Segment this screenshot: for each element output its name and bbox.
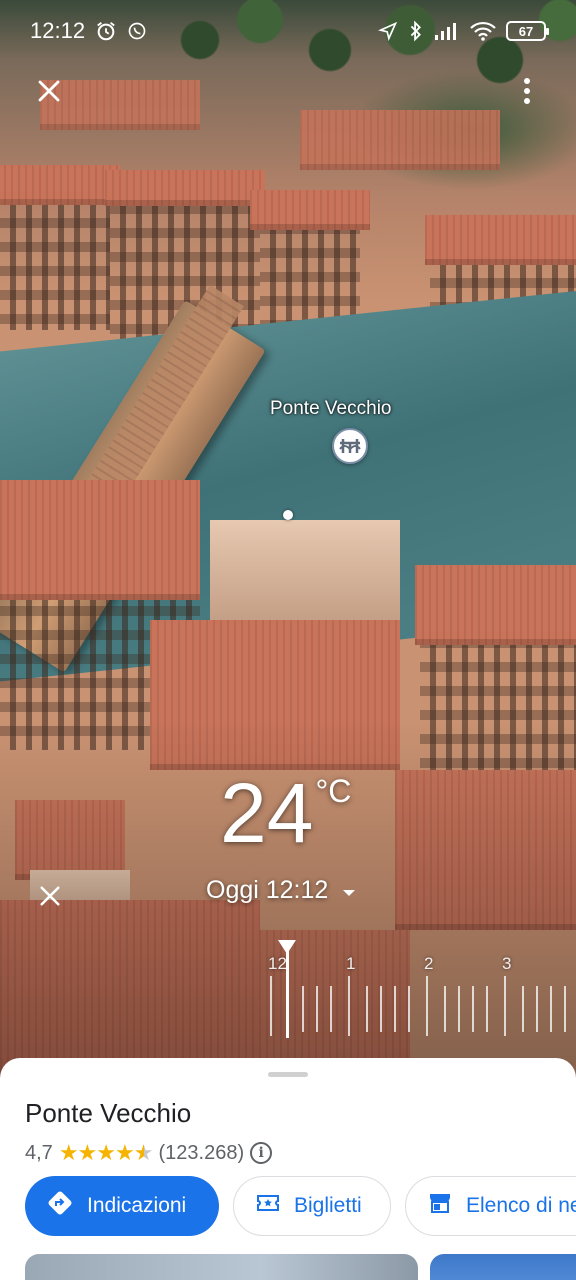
info-icon[interactable]: i	[250, 1142, 273, 1164]
tickets-label: Biglietti	[294, 1194, 362, 1217]
directions-label: Indicazioni	[87, 1194, 187, 1217]
wifi-icon	[470, 21, 496, 41]
signal-icon	[434, 21, 460, 41]
timeline-tick	[366, 986, 368, 1032]
roof	[415, 565, 576, 645]
timeline-tick	[472, 986, 474, 1032]
close-icon[interactable]	[30, 72, 68, 110]
timeline-label: 1	[346, 954, 356, 973]
timeline-tick	[504, 976, 506, 1036]
dropdown-arrow-icon	[342, 876, 356, 905]
battery-icon: 67	[506, 21, 549, 41]
timeline-tick	[330, 986, 332, 1032]
timeline-tick	[522, 986, 524, 1032]
close-weather-icon[interactable]	[32, 878, 68, 914]
bluetooth-icon	[408, 20, 424, 42]
rating-value: 4,7	[25, 1141, 53, 1164]
place-bottom-sheet[interactable]: Ponte Vecchio 4,7 ★ ★ ★ ★ ★ (123.268) i …	[0, 1058, 576, 1280]
star-icon: ★	[115, 1140, 135, 1165]
star-half-icon: ★	[133, 1140, 154, 1165]
time-slider[interactable]: 12 1 2 3	[256, 940, 576, 1040]
place-photo[interactable]	[430, 1254, 576, 1280]
place-photo[interactable]	[25, 1254, 418, 1280]
directions-button[interactable]: Indicazioni	[25, 1176, 219, 1236]
timeline-tick	[426, 976, 428, 1036]
timeline-tick	[394, 986, 396, 1032]
roof	[300, 110, 500, 170]
ticket-icon	[256, 1192, 280, 1220]
roof	[425, 215, 576, 265]
timeline-marker-icon[interactable]	[278, 940, 296, 954]
timeline-tick	[564, 986, 566, 1032]
timeline-tick	[270, 976, 272, 1036]
timeline-tick	[444, 986, 446, 1032]
place-label[interactable]: Ponte Vecchio	[270, 398, 430, 420]
more-options-icon[interactable]	[512, 72, 542, 110]
directions-icon	[47, 1190, 73, 1222]
alarm-icon	[95, 20, 117, 42]
timeline-tick	[408, 986, 410, 1032]
timeline-tick	[380, 986, 382, 1032]
roof	[105, 170, 265, 206]
store-icon	[428, 1192, 452, 1220]
star-icon: ★	[77, 1140, 98, 1165]
store-list-label: Elenco di ne	[466, 1194, 576, 1217]
review-count: (123.268)	[158, 1141, 245, 1164]
star-rating: ★ ★ ★ ★ ★	[58, 1140, 154, 1166]
drag-handle[interactable]	[268, 1072, 308, 1077]
timeline-cursor[interactable]	[286, 940, 289, 1038]
timeline-label: 3	[502, 954, 512, 973]
timeline-tick	[550, 986, 552, 1032]
store-list-button[interactable]: Elenco di ne	[405, 1176, 576, 1236]
timeline-tick	[302, 986, 304, 1032]
star-icon: ★	[58, 1140, 79, 1165]
status-bar: 12:12 67	[0, 0, 576, 62]
roof	[0, 480, 200, 600]
roof	[0, 165, 120, 205]
timeline-tick	[348, 976, 350, 1036]
place-title: Ponte Vecchio	[25, 1098, 192, 1128]
bridge-icon[interactable]	[332, 428, 368, 464]
star-icon: ★	[96, 1140, 116, 1165]
timeline-label: 12	[268, 954, 287, 973]
rating-row[interactable]: 4,7 ★ ★ ★ ★ ★ (123.268) i	[25, 1140, 273, 1166]
timeline-tick	[316, 986, 318, 1032]
timeline-label: 2	[424, 954, 434, 973]
temperature-value: 24	[220, 766, 314, 860]
time-label: Oggi 12:12	[206, 876, 329, 904]
whatsapp-icon	[127, 21, 147, 41]
temperature-unit: °C	[315, 773, 352, 809]
status-time: 12:12	[30, 18, 86, 43]
timeline-tick	[458, 986, 460, 1032]
roof	[250, 190, 370, 230]
temperature-display: 24 °C	[220, 768, 351, 858]
tickets-button[interactable]: Biglietti	[233, 1176, 391, 1236]
location-dot	[283, 510, 293, 520]
time-selector[interactable]: Oggi 12:12	[206, 876, 356, 905]
map-3d-view[interactable]	[0, 0, 576, 1080]
location-arrow-icon	[378, 21, 398, 41]
timeline-tick	[486, 986, 488, 1032]
timeline-tick	[536, 986, 538, 1032]
action-chips: Indicazioni Biglietti Elenco di ne	[25, 1176, 576, 1236]
